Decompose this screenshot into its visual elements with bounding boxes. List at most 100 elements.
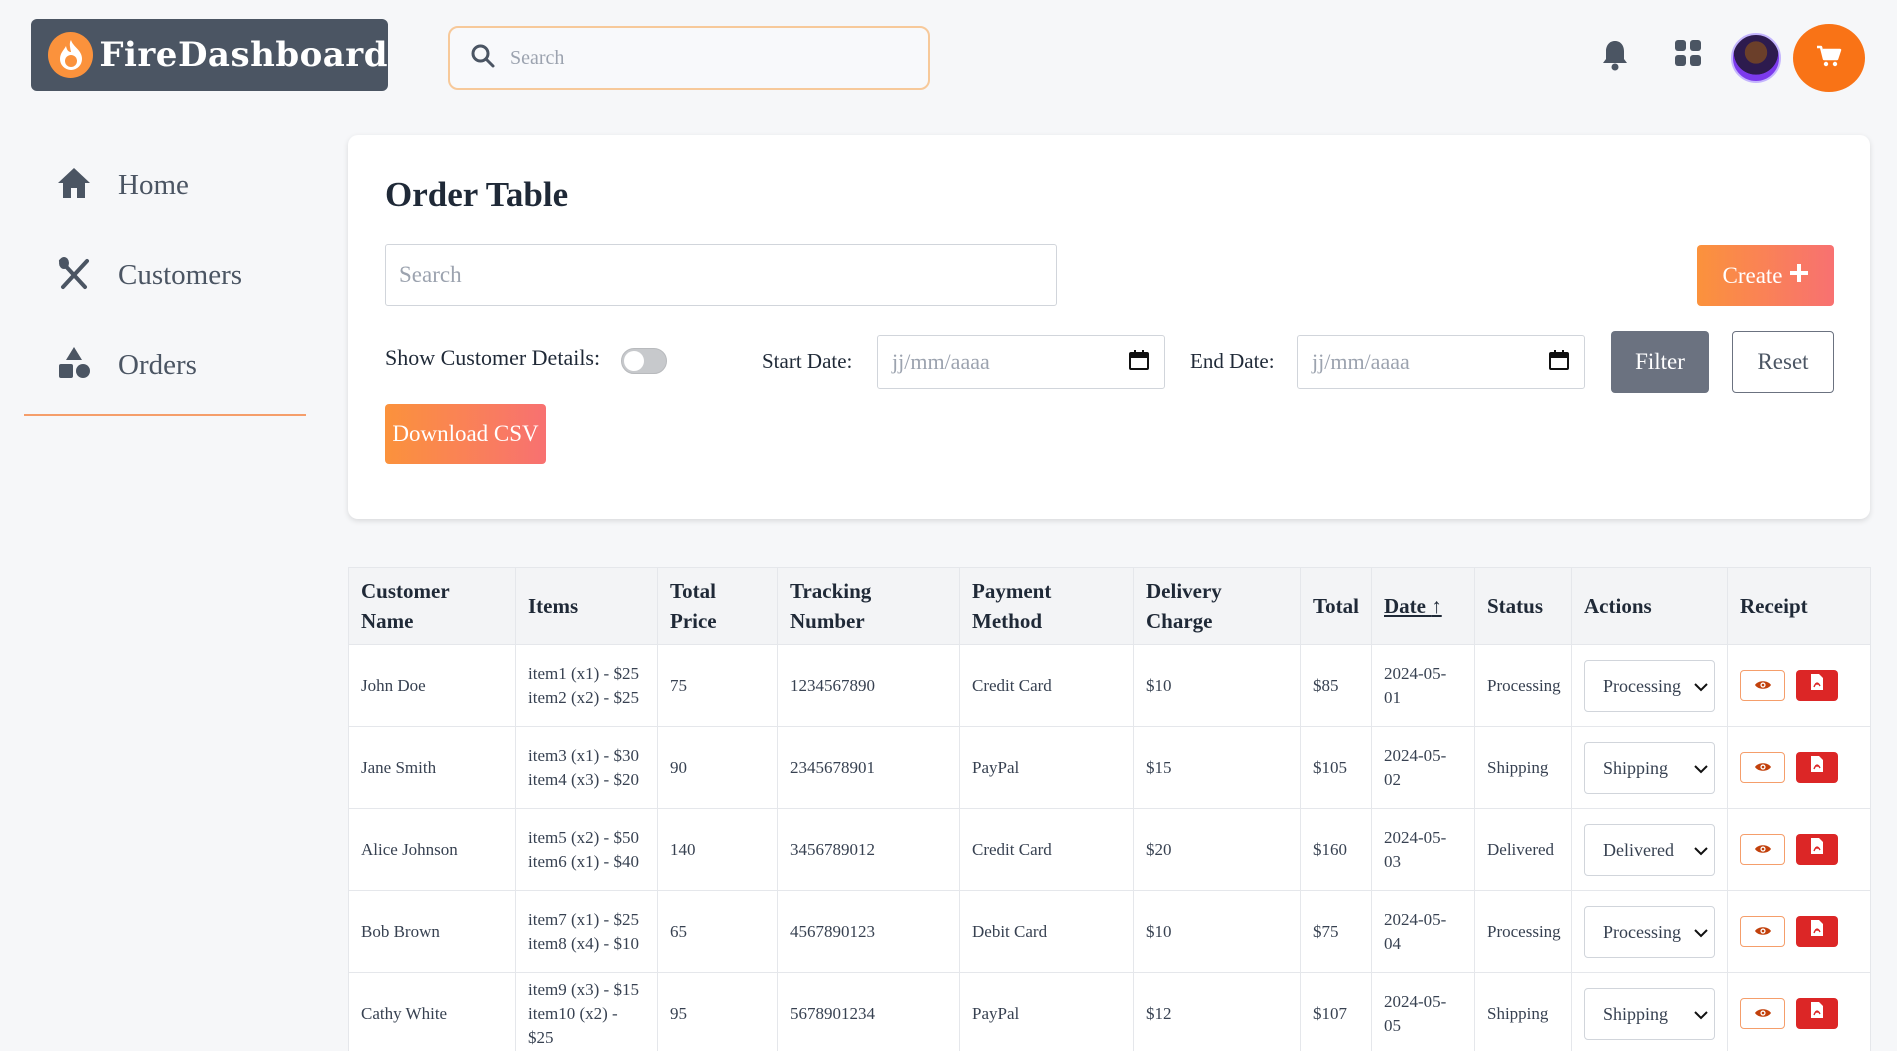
chevron-down-icon bbox=[1694, 674, 1708, 698]
cell-delivery: $12 bbox=[1133, 972, 1301, 1051]
col-actions: Actions bbox=[1571, 567, 1728, 645]
file-pdf-icon bbox=[1810, 673, 1824, 698]
status-select[interactable]: Processing bbox=[1584, 659, 1715, 712]
cart-button[interactable] bbox=[1793, 24, 1865, 92]
col-items: Items bbox=[515, 567, 658, 645]
end-date-label: End Date: bbox=[1190, 349, 1275, 373]
logo[interactable]: FireDashboard bbox=[31, 19, 388, 91]
cell-customer: Bob Brown bbox=[348, 890, 516, 973]
col-date-sortable[interactable]: Date ↑ bbox=[1371, 567, 1475, 645]
table-row: Jane Smith item3 (x1) - $30 item4 (x3) -… bbox=[348, 726, 1871, 809]
view-receipt-button[interactable] bbox=[1740, 752, 1785, 783]
cell-tracking: 2345678901 bbox=[777, 726, 960, 809]
status-select[interactable]: Shipping bbox=[1584, 987, 1715, 1040]
sidebar-item-customers[interactable]: Customers bbox=[24, 230, 306, 320]
sidebar-divider bbox=[24, 414, 306, 416]
cell-total: $105 bbox=[1300, 726, 1372, 809]
cell-status: Delivered bbox=[1474, 808, 1572, 891]
cart-icon bbox=[1816, 44, 1842, 73]
cell-status: Shipping bbox=[1474, 726, 1572, 809]
col-date-label: Date bbox=[1384, 594, 1426, 618]
cell-payment: Debit Card bbox=[959, 890, 1134, 973]
pdf-download-button[interactable] bbox=[1796, 834, 1838, 865]
col-receipt: Receipt bbox=[1727, 567, 1871, 645]
calendar-icon[interactable] bbox=[1128, 349, 1150, 376]
cell-actions: Processing bbox=[1571, 644, 1728, 727]
calendar-icon[interactable] bbox=[1548, 349, 1570, 376]
cell-actions: Shipping bbox=[1571, 972, 1728, 1051]
col-payment-method: Payment Method bbox=[959, 567, 1134, 645]
pdf-download-button[interactable] bbox=[1796, 998, 1838, 1029]
filter-button[interactable]: Filter bbox=[1611, 331, 1709, 393]
view-receipt-button[interactable] bbox=[1740, 916, 1785, 947]
cell-date: 2024-05-01 bbox=[1371, 644, 1475, 727]
chevron-down-icon bbox=[1694, 838, 1708, 862]
create-button[interactable]: Create bbox=[1697, 245, 1834, 306]
cell-date: 2024-05-03 bbox=[1371, 808, 1475, 891]
sidebar: Home Customers Orders bbox=[24, 140, 306, 416]
item-line: item5 (x2) - $50 bbox=[528, 827, 639, 847]
cell-tracking: 5678901234 bbox=[777, 972, 960, 1051]
chevron-down-icon bbox=[1694, 756, 1708, 780]
item-line: item4 (x3) - $20 bbox=[528, 769, 639, 789]
sidebar-item-label: Home bbox=[118, 168, 189, 201]
sidebar-item-label: Customers bbox=[118, 258, 243, 291]
status-select[interactable]: Processing bbox=[1584, 905, 1715, 958]
cell-payment: Credit Card bbox=[959, 644, 1134, 727]
apps-grid-icon[interactable] bbox=[1673, 38, 1703, 68]
table-row: Bob Brown item7 (x1) - $25 item8 (x4) - … bbox=[348, 890, 1871, 973]
shapes-icon bbox=[56, 346, 92, 385]
table-header-row: Customer Name Items Total Price Tracking… bbox=[348, 567, 1871, 645]
download-csv-button[interactable]: Download CSV bbox=[385, 404, 546, 464]
avatar[interactable] bbox=[1731, 33, 1781, 83]
view-receipt-button[interactable] bbox=[1740, 670, 1785, 701]
cell-total-price: 95 bbox=[657, 972, 778, 1051]
cell-total: $107 bbox=[1300, 972, 1372, 1051]
status-select[interactable]: Delivered bbox=[1584, 823, 1715, 876]
pdf-download-button[interactable] bbox=[1796, 916, 1838, 947]
sidebar-item-orders[interactable]: Orders bbox=[24, 320, 306, 410]
cell-tracking: 1234567890 bbox=[777, 644, 960, 727]
cell-receipt bbox=[1727, 808, 1871, 891]
pdf-download-button[interactable] bbox=[1796, 752, 1838, 783]
cell-total-price: 140 bbox=[657, 808, 778, 891]
status-select-value: Processing bbox=[1603, 675, 1681, 696]
header-search-input[interactable] bbox=[510, 46, 890, 70]
cell-total: $75 bbox=[1300, 890, 1372, 973]
item-line: item10 (x2) - $25 bbox=[528, 1003, 618, 1047]
status-select-value: Shipping bbox=[1603, 757, 1669, 778]
status-select-value: Shipping bbox=[1603, 1003, 1669, 1024]
cell-customer: Jane Smith bbox=[348, 726, 516, 809]
cell-customer: Cathy White bbox=[348, 972, 516, 1051]
pdf-download-button[interactable] bbox=[1796, 670, 1838, 701]
cell-total: $85 bbox=[1300, 644, 1372, 727]
logo-text: FireDashboard bbox=[99, 35, 388, 75]
view-receipt-button[interactable] bbox=[1740, 998, 1785, 1029]
cell-payment: PayPal bbox=[959, 972, 1134, 1051]
cell-total: $160 bbox=[1300, 808, 1372, 891]
cell-delivery: $15 bbox=[1133, 726, 1301, 809]
reset-button[interactable]: Reset bbox=[1732, 331, 1834, 393]
bell-icon[interactable] bbox=[1600, 38, 1630, 72]
cell-delivery: $20 bbox=[1133, 808, 1301, 891]
start-date-placeholder: jj/mm/aaaa bbox=[892, 349, 990, 374]
start-date-input[interactable]: jj/mm/aaaa bbox=[877, 335, 1165, 389]
search-icon bbox=[470, 43, 496, 74]
status-select[interactable]: Shipping bbox=[1584, 741, 1715, 794]
orders-table-wrapper: Customer Name Items Total Price Tracking… bbox=[348, 567, 1871, 1051]
eye-icon bbox=[1754, 838, 1772, 862]
header-search[interactable] bbox=[448, 26, 930, 90]
cell-total-price: 65 bbox=[657, 890, 778, 973]
col-total-price: Total Price bbox=[657, 567, 778, 645]
cell-items: item3 (x1) - $30 item4 (x3) - $20 bbox=[515, 726, 658, 809]
view-receipt-button[interactable] bbox=[1740, 834, 1785, 865]
end-date-input[interactable]: jj/mm/aaaa bbox=[1297, 335, 1585, 389]
show-customer-toggle[interactable] bbox=[621, 348, 667, 374]
table-row: Cathy White item9 (x3) - $15 item10 (x2)… bbox=[348, 972, 1871, 1051]
sidebar-item-home[interactable]: Home bbox=[24, 140, 306, 230]
cell-items: item1 (x1) - $25 item2 (x2) - $25 bbox=[515, 644, 658, 727]
col-delivery-charge: Delivery Charge bbox=[1133, 567, 1301, 645]
order-search-input[interactable] bbox=[385, 244, 1057, 306]
order-filter-card: Order Table Create Show Customer Details… bbox=[348, 135, 1870, 519]
cell-customer: John Doe bbox=[348, 644, 516, 727]
